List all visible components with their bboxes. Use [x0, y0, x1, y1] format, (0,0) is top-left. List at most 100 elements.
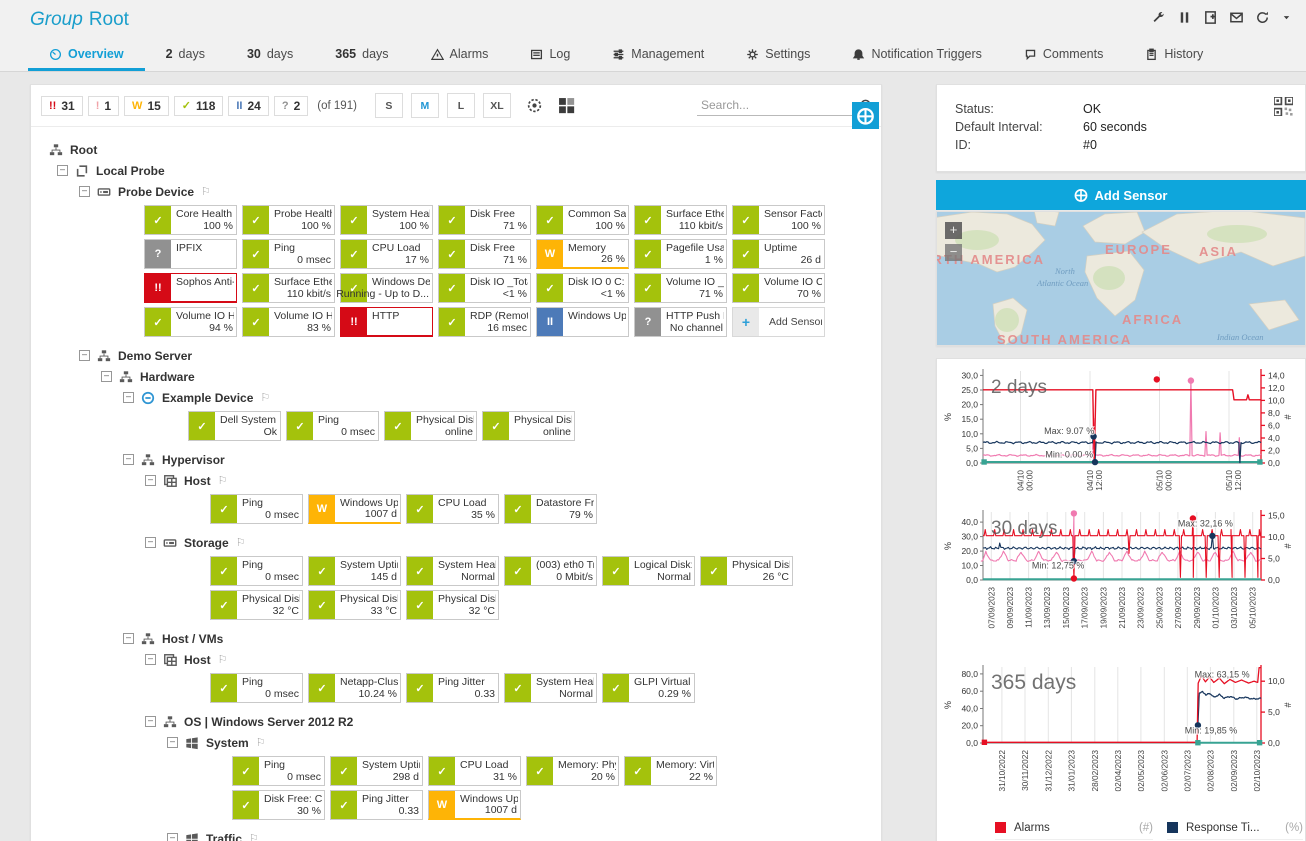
sensor-tile[interactable]: ✓Core Health100 %: [144, 205, 237, 235]
priority-flag-icon[interactable]: ⚐: [256, 736, 266, 749]
tree-node-label[interactable]: Storage: [184, 536, 229, 550]
tab-days[interactable]: 2days: [145, 40, 226, 71]
view-settings-gear-icon[interactable]: [526, 97, 543, 114]
graph-30-days[interactable]: 0,010,020,030,040,00,05,010,015,0%#Max: …: [939, 504, 1303, 657]
status-chip-15[interactable]: W15: [124, 96, 169, 116]
sensor-tile[interactable]: ✓System Uptime298 d: [330, 756, 423, 786]
sensor-tile[interactable]: ✓Probe Health100 %: [242, 205, 335, 235]
caret-icon[interactable]: [1281, 12, 1292, 23]
sensor-tile[interactable]: ✓Memory: Virtu...22 %: [624, 756, 717, 786]
sensor-tile[interactable]: ✓Physical Disk: ...32 °C: [406, 590, 499, 620]
collapse-toggle[interactable]: –: [167, 737, 178, 748]
sensor-tile[interactable]: ✓GLPI Virtual A...0.29 %: [602, 673, 695, 703]
sensor-tile[interactable]: ✓Volume IO Har...94 %: [144, 307, 237, 337]
tree-node-label[interactable]: Root: [70, 143, 97, 157]
sensor-tile[interactable]: !!Sophos Anti-Vi...: [144, 273, 237, 303]
status-chip-24[interactable]: II24: [228, 96, 268, 116]
email-icon[interactable]: [1229, 10, 1244, 25]
collapse-toggle[interactable]: –: [167, 833, 178, 841]
sensor-tile[interactable]: ✓Disk Free71 %: [438, 239, 531, 269]
sensor-tile[interactable]: ✓Surface Ethern...110 kbit/s: [634, 205, 727, 235]
sensor-tile[interactable]: ✓Ping Jitter0.33: [406, 673, 499, 703]
sensor-tile[interactable]: ✓Physical Disk: ...33 °C: [308, 590, 401, 620]
add-sensor-button[interactable]: ⨁ Add Sensor: [936, 180, 1306, 210]
pause-icon[interactable]: [1177, 10, 1192, 25]
collapse-toggle[interactable]: –: [79, 350, 90, 361]
priority-flag-icon[interactable]: ⚐: [236, 536, 246, 549]
sensor-tile[interactable]: ✓Volume IO C:70 %: [732, 273, 825, 303]
sensor-tile[interactable]: ✓System HealthNormal: [406, 556, 499, 586]
sensor-tile[interactable]: ✓Physical Disk 0...online: [384, 411, 477, 441]
sensor-tile[interactable]: !!HTTP: [340, 307, 433, 337]
sensor-tile[interactable]: ✓Surface Ethern...110 kbit/s: [242, 273, 335, 303]
tree-node-label[interactable]: Example Device: [162, 391, 253, 405]
add-object-button[interactable]: ⨁: [852, 102, 879, 129]
tree-node-label[interactable]: Host / VMs: [162, 632, 223, 646]
sensor-tile[interactable]: ✓Uptime26 d: [732, 239, 825, 269]
sensor-tile[interactable]: ✓Disk IO _Total<1 %: [438, 273, 531, 303]
tree-node-label[interactable]: OS | Windows Server 2012 R2: [184, 715, 353, 729]
sensor-tile[interactable]: WMemory26 %: [536, 239, 629, 269]
tree-node-label[interactable]: System: [206, 736, 249, 750]
sensor-tile[interactable]: ✓Ping0 msec: [210, 556, 303, 586]
collapse-toggle[interactable]: –: [79, 186, 90, 197]
priority-flag-icon[interactable]: ⚐: [218, 653, 228, 666]
tree-node-label[interactable]: Host: [184, 653, 211, 667]
status-chip-1[interactable]: !1: [88, 96, 119, 116]
tab-overview[interactable]: Overview: [28, 40, 145, 71]
tab-days[interactable]: 30days: [226, 40, 314, 71]
priority-flag-icon[interactable]: ⚐: [201, 185, 211, 198]
collapse-toggle[interactable]: –: [123, 633, 134, 644]
search-input[interactable]: [699, 97, 849, 113]
wrench-icon[interactable]: [1151, 10, 1166, 25]
tree-node-label[interactable]: Host: [184, 474, 211, 488]
report-icon[interactable]: [1203, 10, 1218, 25]
tile-view-grid-icon[interactable]: [558, 97, 575, 114]
tree-node-label[interactable]: Hypervisor: [162, 453, 225, 467]
sensor-tile[interactable]: ✓Dell System He...Ok: [188, 411, 281, 441]
sensor-tile[interactable]: ?IPFIX: [144, 239, 237, 269]
priority-flag-icon[interactable]: ⚐: [260, 391, 270, 404]
sensor-tile[interactable]: ✓Ping0 msec: [242, 239, 335, 269]
collapse-toggle[interactable]: –: [145, 537, 156, 548]
graph-2-days[interactable]: 0,05,010,015,020,025,030,00,02,04,06,08,…: [939, 365, 1303, 504]
qr-code-icon[interactable]: [1274, 97, 1293, 121]
map-zoom-out-button[interactable]: −: [945, 244, 962, 261]
tab-notification-triggers[interactable]: Notification Triggers: [831, 40, 1002, 71]
sensor-tile[interactable]: ✓Ping0 msec: [210, 494, 303, 524]
sensor-tile[interactable]: ✓Volume IO Har...83 %: [242, 307, 335, 337]
sensor-tile[interactable]: ✓Pagefile Usage1 %: [634, 239, 727, 269]
tree-node-label[interactable]: Demo Server: [118, 349, 192, 363]
tab-comments[interactable]: Comments: [1003, 40, 1124, 71]
status-chip-2[interactable]: ?2: [274, 96, 308, 116]
collapse-toggle[interactable]: –: [123, 392, 134, 403]
collapse-toggle[interactable]: –: [101, 371, 112, 382]
sensor-tile[interactable]: ✓System Health100 %: [340, 205, 433, 235]
collapse-toggle[interactable]: –: [57, 165, 68, 176]
tree-node-label[interactable]: Traffic: [206, 832, 242, 841]
sensor-tile[interactable]: ✓Disk IO 0 C:<1 %: [536, 273, 629, 303]
sensor-tile[interactable]: ✓Physical Disk: ...32 °C: [210, 590, 303, 620]
size-button-s[interactable]: S: [375, 93, 403, 118]
geo-map[interactable]: NORTH AMERICAEUROPEASIAAFRICASOUTH AMERI…: [936, 211, 1306, 346]
priority-flag-icon[interactable]: ⚐: [218, 474, 228, 487]
priority-flag-icon[interactable]: ⚐: [249, 832, 259, 841]
tree-node-label[interactable]: Probe Device: [118, 185, 194, 199]
size-button-l[interactable]: L: [447, 93, 475, 118]
sensor-tile[interactable]: ✓Netapp-Cluster...10.24 %: [308, 673, 401, 703]
sensor-tile[interactable]: ✓(003) eth0 Traf...0 Mbit/s: [504, 556, 597, 586]
sensor-tile[interactable]: ✓CPU Load31 %: [428, 756, 521, 786]
tab-history[interactable]: History: [1124, 40, 1224, 71]
tab-management[interactable]: Management: [591, 40, 725, 71]
sensor-tile[interactable]: IIWindows Upda...: [536, 307, 629, 337]
sensor-tile[interactable]: ✓Ping0 msec: [232, 756, 325, 786]
refresh-icon[interactable]: [1255, 10, 1270, 25]
collapse-toggle[interactable]: –: [145, 716, 156, 727]
sensor-tile[interactable]: ✓Disk Free71 %: [438, 205, 531, 235]
sensor-tile[interactable]: ✓Memory: Physi...20 %: [526, 756, 619, 786]
sensor-tile[interactable]: ✓RDP (Remote ...16 msec: [438, 307, 531, 337]
collapse-toggle[interactable]: –: [123, 454, 134, 465]
sensor-tile[interactable]: WWindows Upda...1007 d: [428, 790, 521, 820]
tree-node-label[interactable]: Local Probe: [96, 164, 165, 178]
map-zoom-in-button[interactable]: +: [945, 222, 962, 239]
